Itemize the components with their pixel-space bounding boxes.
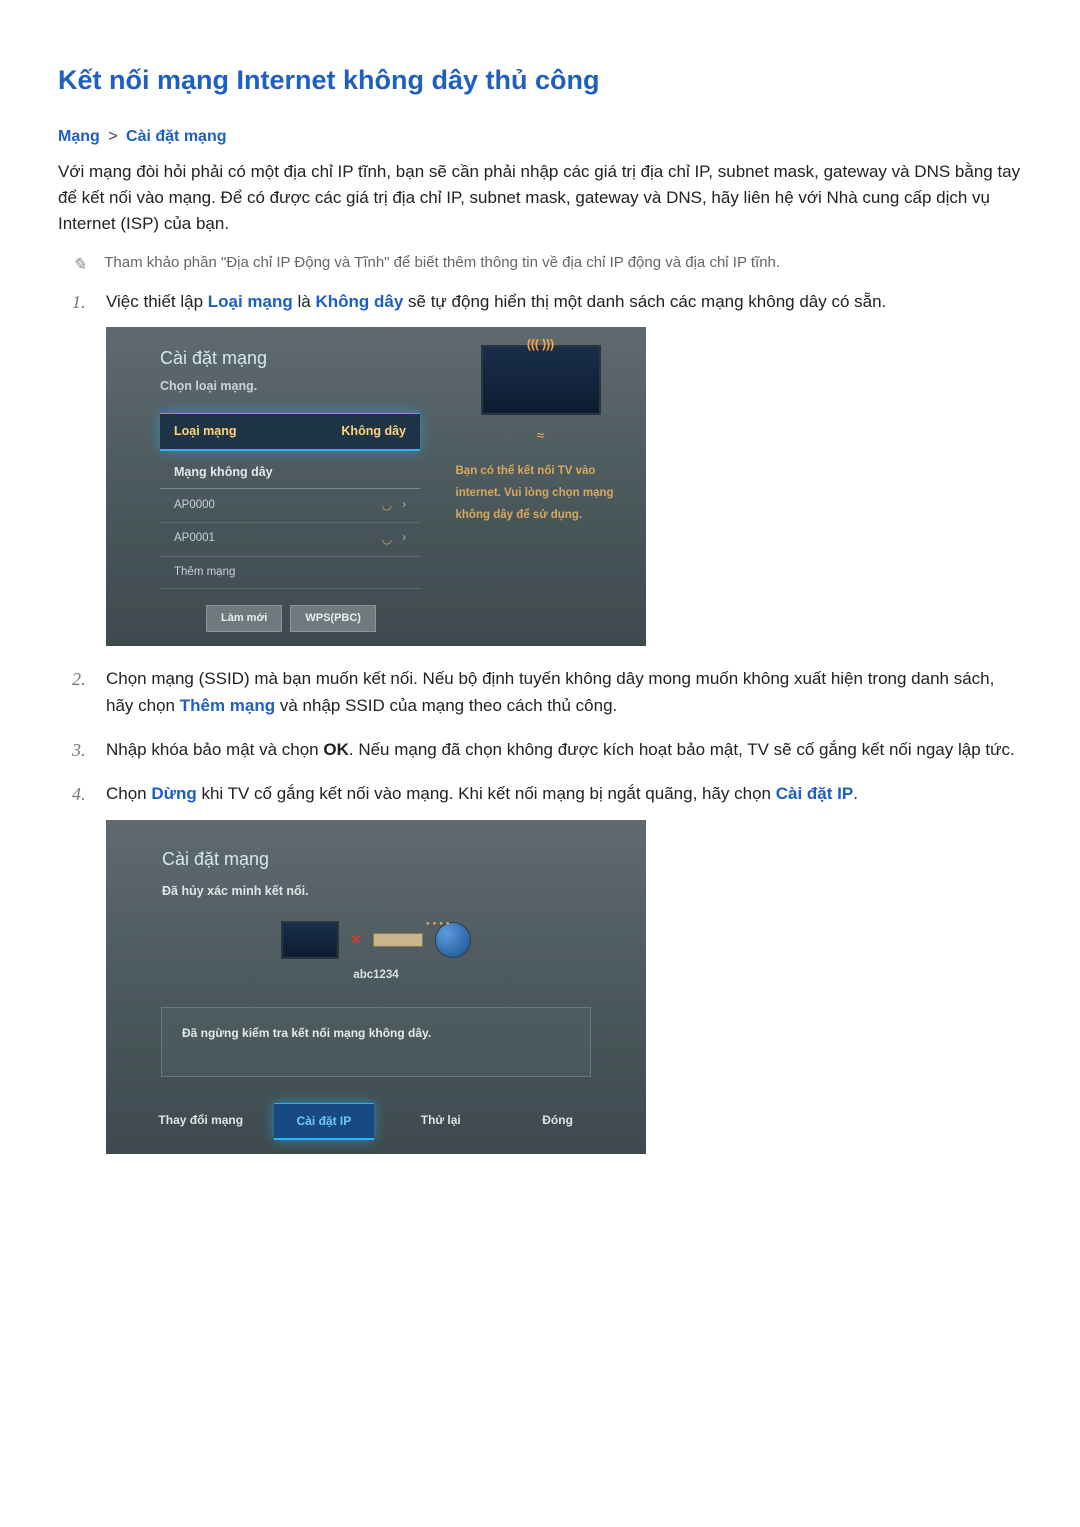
- status-box: Đã ngừng kiểm tra kết nối mạng không dây…: [161, 1007, 591, 1077]
- ap-row-1[interactable]: AP0001 ◡ ›: [160, 523, 420, 557]
- breadcrumb-b[interactable]: Cài đặt mạng: [126, 128, 226, 145]
- tv2-title: Cài đặt mạng: [162, 846, 646, 874]
- page-title: Kết nối mạng Internet không dây thủ công: [58, 60, 1022, 101]
- note-row: ✎ Tham khảo phần "Địa chỉ IP Động và Tĩn…: [58, 252, 1022, 278]
- highlight-net-type: Loại mạng: [208, 292, 293, 311]
- network-type-value: Không dây: [341, 422, 406, 441]
- breadcrumb-a[interactable]: Mạng: [58, 128, 100, 145]
- step-2: Chọn mạng (SSID) mà bạn muốn kết nối. Nế…: [72, 666, 1022, 719]
- info-text: Bạn có thể kết nối TV vào internet. Vui …: [456, 461, 626, 527]
- add-network-row[interactable]: Thêm mạng: [160, 557, 420, 590]
- retry-button[interactable]: Thử lại: [391, 1103, 491, 1141]
- intro-text: Với mạng đòi hỏi phải có một địa chỉ IP …: [58, 159, 1022, 238]
- note-text: Tham khảo phần "Địa chỉ IP Động và Tĩnh"…: [104, 252, 780, 275]
- tv2-subtitle: Đã hủy xác minh kết nối.: [162, 882, 646, 901]
- network-type-row[interactable]: Loại mạng Không dây: [160, 413, 420, 451]
- chevron-right-icon: ›: [402, 497, 406, 515]
- wps-button[interactable]: WPS(PBC): [290, 605, 376, 632]
- network-type-label: Loại mạng: [174, 422, 237, 441]
- tv1-title: Cài đặt mạng: [160, 345, 439, 373]
- step-3: Nhập khóa bảo mật và chọn OK. Nếu mạng đ…: [72, 737, 1022, 763]
- highlight-ok: OK: [323, 740, 349, 759]
- wifi-signal-icon: ◡: [382, 530, 392, 549]
- highlight-ip-settings: Cài đặt IP: [776, 784, 853, 803]
- ip-settings-button[interactable]: Cài đặt IP: [274, 1103, 374, 1141]
- tv-screenshot-2: Cài đặt mạng Đã hủy xác minh kết nối. ✕ …: [106, 820, 646, 1155]
- breadcrumb: Mạng > Cài đặt mạng: [58, 125, 1022, 149]
- router-signal-icon: ≈: [537, 425, 545, 447]
- wifi-signal-icon: ◡: [382, 496, 392, 515]
- highlight-stop: Dừng: [151, 784, 196, 803]
- ap-name: AP0001: [174, 530, 215, 548]
- antenna-icon: ((( ))): [527, 335, 554, 354]
- chevron-right-icon: ›: [402, 530, 406, 548]
- connection-diagram: ✕: [106, 921, 646, 959]
- close-button[interactable]: Đóng: [508, 1103, 608, 1141]
- add-network-label: Thêm mạng: [174, 564, 235, 582]
- change-network-button[interactable]: Thay đổi mạng: [144, 1103, 257, 1141]
- ap-name: AP0000: [174, 497, 215, 515]
- wifi-list-header: Mạng không dây: [160, 451, 420, 489]
- tv-thumbnail: ((( ))): [481, 345, 601, 415]
- breadcrumb-separator: >: [108, 128, 117, 145]
- ap-row-0[interactable]: AP0000 ◡ ›: [160, 489, 420, 523]
- router-icon: [373, 933, 423, 947]
- tv1-subtitle: Chọn loại mạng.: [160, 377, 439, 396]
- highlight-wireless: Không dây: [315, 292, 403, 311]
- tv-screenshot-1: Cài đặt mạng Chọn loại mạng. Loại mạng K…: [106, 327, 646, 646]
- pencil-icon: ✎: [72, 252, 86, 278]
- step-4: Chọn Dừng khi TV cố gắng kết nối vào mạn…: [72, 781, 1022, 1154]
- diagram-label: abc1234: [106, 967, 646, 985]
- highlight-add-network: Thêm mạng: [180, 696, 275, 715]
- tv-icon: [281, 921, 339, 959]
- step-1: Việc thiết lập Loại mạng là Không dây sẽ…: [72, 289, 1022, 646]
- connection-fail-icon: ✕: [351, 930, 362, 950]
- refresh-button[interactable]: Làm mới: [206, 605, 282, 632]
